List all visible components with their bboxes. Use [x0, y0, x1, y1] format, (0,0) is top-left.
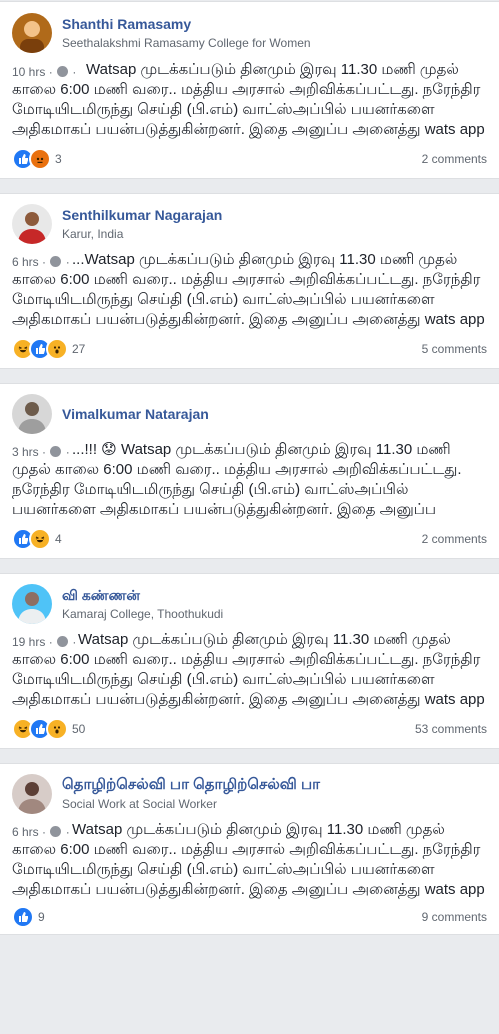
author-name[interactable]: தொழிற்செல்வி பா தொழிற்செல்வி பா — [62, 776, 320, 794]
avatar[interactable] — [12, 774, 52, 814]
reactions-summary[interactable]: 3 — [12, 148, 62, 170]
author-name[interactable]: Senthilkumar Nagarajan — [62, 206, 222, 224]
globe-icon — [50, 256, 62, 267]
profile-photo-icon — [20, 21, 44, 53]
profile-photo-icon — [18, 782, 46, 814]
reactions-summary[interactable]: 9 — [12, 906, 45, 928]
wow-reaction-icon — [46, 718, 68, 740]
author-subtitle[interactable]: Social Work at Social Worker — [62, 796, 320, 812]
avatar[interactable] — [12, 394, 52, 434]
reaction-count[interactable]: 27 — [72, 342, 85, 356]
post-text[interactable]: ...Watsap முடக்கப்படும் தினமும் இரவு 11.… — [12, 250, 487, 330]
post-footer: 50 53 comments — [12, 710, 487, 748]
comments-count[interactable]: 5 comments — [422, 342, 487, 356]
post-text[interactable]: Watsap முடக்கப்படும் தினமும் இரவு 11.30 … — [12, 820, 487, 900]
post-text[interactable]: ...!!! 😟 Watsap முடக்கப்படும் தினமும் இர… — [12, 440, 487, 520]
post-text[interactable]: Watsap முடக்கப்படும் தினமும் இரவு 11.30 … — [12, 60, 487, 140]
globe-icon — [57, 66, 69, 77]
author-block: Vimalkumar Natarajan — [62, 405, 209, 423]
post-text[interactable]: Watsap முடக்கப்படும் தினமும் இரவு 11.30 … — [12, 630, 487, 710]
haha-reaction-icon — [29, 528, 51, 550]
reaction-count[interactable]: 3 — [55, 152, 62, 166]
like-reaction-icon — [12, 906, 34, 928]
author-subtitle[interactable]: Karur, India — [62, 226, 222, 242]
author-name[interactable]: Shanthi Ramasamy — [62, 15, 311, 33]
reaction-count[interactable]: 50 — [72, 722, 85, 736]
reaction-count[interactable]: 4 — [55, 532, 62, 546]
post-header: Senthilkumar Nagarajan Karur, India — [12, 194, 487, 254]
feed-post: Vimalkumar Natarajan 3 hrs · · ...!!! 😟 … — [0, 383, 499, 559]
reactions-summary[interactable]: 27 — [12, 338, 85, 360]
post-footer: 3 2 comments — [12, 140, 487, 178]
post-time[interactable]: 3 hrs — [12, 445, 39, 459]
reaction-count[interactable]: 9 — [38, 910, 45, 924]
post-time[interactable]: 10 hrs — [12, 65, 45, 79]
author-block: வி கண்ணன் Kamaraj College, Thoothukudi — [62, 586, 223, 622]
post-time[interactable]: 6 hrs — [12, 255, 39, 269]
post-header: Vimalkumar Natarajan — [12, 384, 487, 444]
angry-reaction-icon — [29, 148, 51, 170]
author-subtitle[interactable]: Seethalakshmi Ramasamy College for Women — [62, 35, 311, 51]
profile-photo-icon — [18, 592, 46, 624]
feed-post: தொழிற்செல்வி பா தொழிற்செல்வி பா Social W… — [0, 763, 499, 935]
comments-count[interactable]: 9 comments — [422, 910, 487, 924]
post-header: தொழிற்செல்வி பா தொழிற்செல்வி பா Social W… — [12, 764, 487, 824]
post-time[interactable]: 19 hrs — [12, 635, 45, 649]
author-name[interactable]: வி கண்ணன் — [62, 586, 223, 604]
post-header: Shanthi Ramasamy Seethalakshmi Ramasamy … — [12, 2, 487, 64]
wow-reaction-icon — [46, 338, 68, 360]
post-footer: 4 2 comments — [12, 520, 487, 558]
author-block: தொழிற்செல்வி பா தொழிற்செல்வி பா Social W… — [62, 776, 320, 812]
post-time[interactable]: 6 hrs — [12, 825, 39, 839]
globe-icon — [50, 446, 62, 457]
post-footer: 27 5 comments — [12, 330, 487, 368]
comments-count[interactable]: 2 comments — [422, 532, 487, 546]
post-footer: 9 9 comments — [12, 900, 487, 934]
comments-count[interactable]: 53 comments — [415, 722, 487, 736]
author-subtitle[interactable]: Kamaraj College, Thoothukudi — [62, 606, 223, 622]
comments-count[interactable]: 2 comments — [422, 152, 487, 166]
reactions-summary[interactable]: 4 — [12, 528, 62, 550]
feed-post: வி கண்ணன் Kamaraj College, Thoothukudi 1… — [0, 573, 499, 749]
globe-icon — [57, 636, 69, 647]
reactions-summary[interactable]: 50 — [12, 718, 85, 740]
avatar[interactable] — [12, 13, 52, 53]
profile-photo-icon — [18, 212, 46, 244]
author-name[interactable]: Vimalkumar Natarajan — [62, 405, 209, 423]
author-block: Senthilkumar Nagarajan Karur, India — [62, 206, 222, 242]
avatar[interactable] — [12, 584, 52, 624]
author-block: Shanthi Ramasamy Seethalakshmi Ramasamy … — [62, 15, 311, 51]
profile-photo-icon — [18, 402, 46, 434]
avatar[interactable] — [12, 204, 52, 244]
news-feed: Shanthi Ramasamy Seethalakshmi Ramasamy … — [0, 1, 499, 935]
post-header: வி கண்ணன் Kamaraj College, Thoothukudi — [12, 574, 487, 634]
globe-icon — [50, 826, 62, 837]
feed-post: Senthilkumar Nagarajan Karur, India 6 hr… — [0, 193, 499, 369]
feed-post: Shanthi Ramasamy Seethalakshmi Ramasamy … — [0, 1, 499, 179]
